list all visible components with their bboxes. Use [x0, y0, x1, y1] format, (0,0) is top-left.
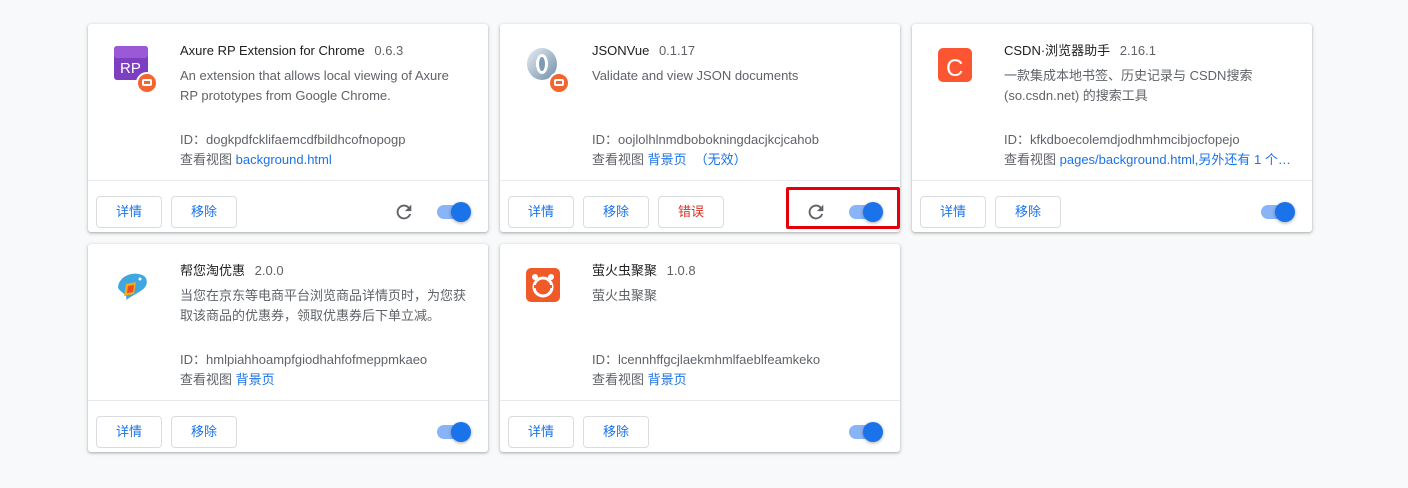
details-button[interactable]: 详情: [96, 196, 162, 228]
extension-id: hmlpiahhoampfgiodhahfofmeppmkaeo: [206, 352, 428, 367]
id-label: ID：: [592, 352, 619, 367]
unpacked-badge-icon: [136, 72, 158, 94]
extension-version: 0.1.17: [658, 43, 696, 58]
inspect-view-link[interactable]: pages/background.html,另外还有 1 个…: [1060, 152, 1291, 167]
extension-id: lcennhffgcjlaekmhmlfaeblfeamkeko: [618, 352, 821, 367]
id-label: ID：: [180, 132, 207, 147]
enable-toggle[interactable]: [437, 202, 471, 222]
extension-version: 2.16.1: [1119, 43, 1156, 58]
reload-icon[interactable]: [393, 201, 415, 223]
extension-version: 2.0.0: [254, 263, 284, 278]
inspect-view-link[interactable]: 背景页: [648, 152, 687, 167]
axure-rp-icon: RP: [112, 46, 158, 94]
extension-name: JSONVue: [592, 43, 650, 58]
highlight-box: [786, 187, 900, 229]
svg-text:RP: RP: [120, 60, 141, 77]
details-button[interactable]: 详情: [508, 196, 574, 228]
inspect-view-link[interactable]: background.html: [236, 152, 332, 167]
extension-name: Axure RP Extension for Chrome: [180, 43, 365, 58]
details-button[interactable]: 详情: [508, 416, 574, 448]
id-label: ID：: [180, 352, 207, 367]
remove-button[interactable]: 移除: [995, 196, 1061, 228]
extension-id: dogkpdfcklifaemcdfbildhcofnopogp: [206, 132, 406, 147]
inactive-label: （无效）: [694, 152, 747, 167]
extension-description: 当您在京东等电商平台浏览商品详情页时，为您获取该商品的优惠券，领取优惠券后下单立…: [180, 288, 467, 323]
svg-text:C: C: [946, 55, 963, 82]
enable-toggle[interactable]: [437, 422, 471, 442]
dolphin-icon: [112, 266, 152, 306]
inspect-views-label: 查看视图: [180, 152, 233, 167]
id-label: ID：: [1004, 132, 1031, 147]
errors-button[interactable]: 错误: [658, 196, 724, 228]
remove-button[interactable]: 移除: [171, 196, 237, 228]
unpacked-badge-icon: [548, 72, 570, 94]
remove-button[interactable]: 移除: [583, 416, 649, 448]
enable-toggle[interactable]: [1261, 202, 1295, 222]
inspect-view-link[interactable]: 背景页: [236, 372, 275, 387]
id-label: ID：: [592, 132, 619, 147]
inspect-views-label: 查看视图: [180, 372, 233, 387]
extension-description: 萤火虫聚聚: [592, 288, 658, 303]
inspect-views-label: 查看视图: [1004, 152, 1057, 167]
extension-description: An extension that allows local viewing o…: [180, 68, 449, 103]
extension-description: Validate and view JSON documents: [592, 68, 799, 83]
extension-name: CSDN·浏览器助手: [1004, 43, 1111, 58]
inspect-view-link[interactable]: 背景页: [648, 372, 687, 387]
extension-id: kfkdboecolemdjodhmhmcibjocfopejo: [1030, 132, 1240, 147]
firefly-icon: [524, 266, 564, 306]
enable-toggle[interactable]: [849, 422, 883, 442]
inspect-views-label: 查看视图: [592, 372, 645, 387]
csdn-icon: C: [936, 46, 976, 86]
extension-card-csdn: C CSDN·浏览器助手 2.16.1 一款集成本地书签、历史记录与 CSDN搜…: [912, 24, 1312, 232]
details-button[interactable]: 详情: [920, 196, 986, 228]
extension-card-axure: RP Axure RP Extension for Chrome 0.6.3 A…: [88, 24, 488, 232]
extension-id: oojlolhlnmdbobokningdacjkcjcahob: [618, 132, 819, 147]
remove-button[interactable]: 移除: [171, 416, 237, 448]
extension-version: 0.6.3: [374, 43, 404, 58]
extension-name: 萤火虫聚聚: [592, 263, 658, 278]
extension-version: 1.0.8: [666, 263, 696, 278]
extension-card-firefly: 萤火虫聚聚 1.0.8 萤火虫聚聚 ID：lcennhffgcjlaekmhml…: [500, 244, 900, 452]
extension-name: 帮您淘优惠: [180, 263, 246, 278]
extension-card-coupon: 帮您淘优惠 2.0.0 当您在京东等电商平台浏览商品详情页时，为您获取该商品的优…: [88, 244, 488, 452]
details-button[interactable]: 详情: [96, 416, 162, 448]
remove-button[interactable]: 移除: [583, 196, 649, 228]
jsonvue-icon: [524, 46, 570, 94]
extension-description: 一款集成本地书签、历史记录与 CSDN搜索(so.csdn.net) 的搜索工具: [1004, 68, 1253, 103]
inspect-views-label: 查看视图: [592, 152, 645, 167]
